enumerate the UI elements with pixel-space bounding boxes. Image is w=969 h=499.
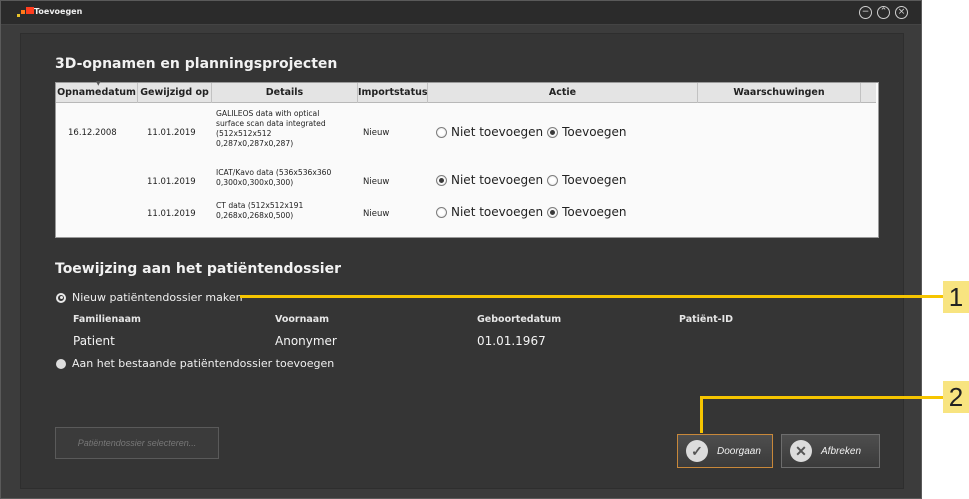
last-name-value: Patient xyxy=(73,334,115,348)
select-record-button[interactable]: Patiëntendossier selecteren... xyxy=(55,427,219,459)
birth-date-value: 01.01.1967 xyxy=(477,334,546,348)
add-label[interactable]: Toevoegen xyxy=(562,173,626,187)
check-icon: ✓ xyxy=(686,440,708,462)
row-details: ICAT/Kavo data (536x536x360 0,300x0,300x… xyxy=(216,168,356,188)
details-line: 0,300x0,300x0,300) xyxy=(216,178,294,187)
row-details: CT data (512x512x191 0,268x0,268x0,500) xyxy=(216,201,356,221)
row-status: Nieuw xyxy=(363,128,390,138)
col-importstatus[interactable]: Importstatus xyxy=(358,83,428,103)
row-modified: 11.01.2019 xyxy=(147,177,196,187)
existing-record-radio[interactable] xyxy=(56,358,66,369)
add-radio[interactable] xyxy=(547,206,559,218)
new-record-radio[interactable] xyxy=(56,292,66,303)
add-radio[interactable] xyxy=(547,126,559,138)
row-details: GALILEOS data with optical surface scan … xyxy=(216,109,356,149)
imports-table: Opnamedatum ▼ Gewijzigd op Details Impor… xyxy=(55,80,879,238)
not-add-radio[interactable] xyxy=(436,174,447,186)
col-gewijzigd[interactable]: Gewijzigd op xyxy=(138,83,212,103)
details-line: ICAT/Kavo data (536x536x360 xyxy=(216,168,332,177)
table-row[interactable]: 11.01.2019 CT data (512x512x191 0,268x0,… xyxy=(56,197,876,229)
continue-button[interactable]: ✓ Doorgaan xyxy=(677,434,773,468)
action-choice: Niet toevoegen Toevoegen xyxy=(436,125,631,139)
close-icon[interactable]: × xyxy=(895,6,908,19)
action-choice: Niet toevoegen Toevoegen xyxy=(436,173,631,187)
action-choice: Niet toevoegen Toevoegen xyxy=(436,205,631,219)
col-details[interactable]: Details xyxy=(212,83,358,103)
maximize-icon[interactable]: ⌃ xyxy=(877,6,890,19)
first-name-value: Anonymer xyxy=(275,334,337,348)
window-title: Toevoegen xyxy=(34,7,83,16)
not-add-radio[interactable] xyxy=(436,126,447,138)
callout-line-1 xyxy=(240,295,943,298)
sort-indicator-icon: ▼ xyxy=(96,80,101,87)
assignment-title: Toewijzing aan het patiëntendossier xyxy=(55,261,341,277)
new-record-label[interactable]: Nieuw patiëntendossier maken xyxy=(72,291,243,304)
row-status: Nieuw xyxy=(363,177,390,187)
not-add-label[interactable]: Niet toevoegen xyxy=(451,205,543,219)
callout-line-2a xyxy=(700,396,703,433)
cancel-icon: ✕ xyxy=(790,440,812,462)
col-actie[interactable]: Actie xyxy=(428,83,698,103)
callout-line-2b xyxy=(700,396,943,399)
row-modified: 11.01.2019 xyxy=(147,128,196,138)
continue-label: Doorgaan xyxy=(717,445,761,457)
app-logo-icon xyxy=(17,7,34,17)
first-name-label: Voornaam xyxy=(275,314,330,325)
last-name-label: Familienaam xyxy=(73,314,141,325)
not-add-label[interactable]: Niet toevoegen xyxy=(451,125,543,139)
details-line: (512x512x512 xyxy=(216,129,272,138)
details-line: surface scan data integrated xyxy=(216,119,326,128)
birth-date-label: Geboortedatum xyxy=(477,314,562,325)
add-label[interactable]: Toevoegen xyxy=(562,125,626,139)
col-waarschuwingen[interactable]: Waarschuwingen xyxy=(698,83,861,103)
not-add-label[interactable]: Niet toevoegen xyxy=(451,173,543,187)
table-row[interactable]: 11.01.2019 ICAT/Kavo data (536x536x360 0… xyxy=(56,163,876,195)
import-dialog: Toevoegen − ⌃ × 3D-opnamen en planningsp… xyxy=(0,0,922,499)
callout-2: 2 xyxy=(943,381,969,413)
cancel-label: Afbreken xyxy=(821,445,862,457)
add-label[interactable]: Toevoegen xyxy=(562,205,626,219)
not-add-radio[interactable] xyxy=(436,206,447,218)
callout-1: 1 xyxy=(943,281,969,313)
imports-title: 3D-opnamen en planningsprojecten xyxy=(55,56,338,72)
details-line: 0,268x0,268x0,500) xyxy=(216,211,294,220)
add-radio[interactable] xyxy=(547,174,559,186)
table-row[interactable]: 16.12.2008 11.01.2019 GALILEOS data with… xyxy=(56,105,876,159)
row-modified: 11.01.2019 xyxy=(147,209,196,219)
table-header: Opnamedatum ▼ Gewijzigd op Details Impor… xyxy=(56,80,876,103)
title-bar: Toevoegen − ⌃ × xyxy=(1,1,921,25)
details-line: 0,287x0,287x0,287) xyxy=(216,139,294,148)
row-date: 16.12.2008 xyxy=(68,128,117,138)
row-status: Nieuw xyxy=(363,209,390,219)
cancel-button[interactable]: ✕ Afbreken xyxy=(781,434,880,468)
minimize-icon[interactable]: − xyxy=(859,6,872,19)
details-line: CT data (512x512x191 xyxy=(216,201,304,210)
existing-record-label[interactable]: Aan het bestaande patiëntendossier toevo… xyxy=(72,357,334,370)
details-line: GALILEOS data with optical xyxy=(216,109,320,118)
existing-record-option[interactable]: Aan het bestaande patiëntendossier toevo… xyxy=(56,357,334,370)
patient-id-label: Patiënt-ID xyxy=(679,314,734,325)
new-record-option[interactable]: Nieuw patiëntendossier maken xyxy=(56,291,243,304)
